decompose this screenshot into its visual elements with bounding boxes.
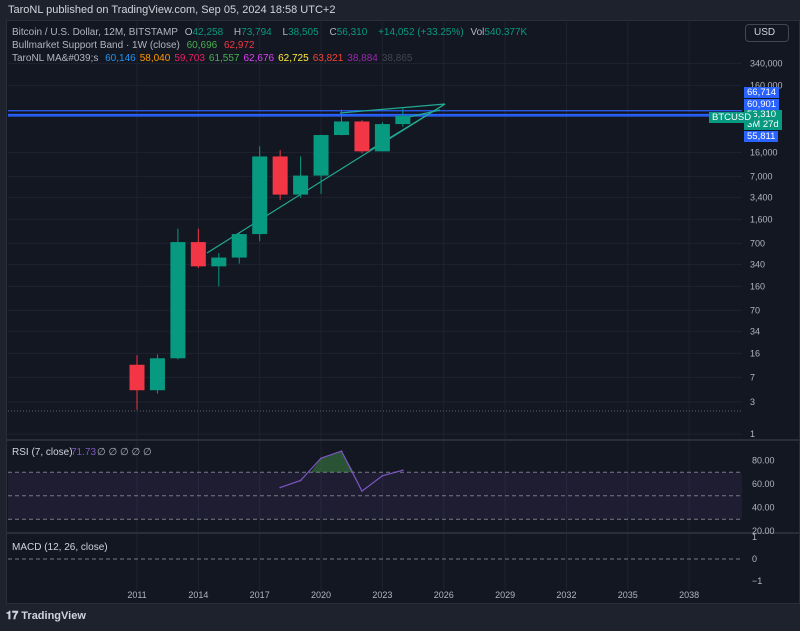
x-tick-label: 2038 bbox=[679, 590, 699, 600]
rsi-extra: ∅ ∅ ∅ ∅ ∅ bbox=[97, 447, 152, 458]
x-tick-label: 2020 bbox=[311, 590, 331, 600]
candle-body-2018 bbox=[272, 156, 288, 195]
tv-logo-icon: 𝟏𝟕 bbox=[6, 610, 22, 622]
y-tick-label: 7,000 bbox=[750, 171, 773, 181]
trendline bbox=[339, 103, 446, 114]
ma-value: 61,557 bbox=[208, 53, 240, 64]
candle-body-2013 bbox=[170, 242, 186, 359]
rsi-value: 71.73 bbox=[71, 447, 96, 458]
rsi-tick-label: 80.00 bbox=[752, 456, 775, 466]
candle-body-2015 bbox=[211, 257, 227, 267]
y-tick-label: 1 bbox=[750, 429, 755, 439]
y-tick-label: 7 bbox=[750, 372, 755, 382]
high-value: 73,794 bbox=[241, 27, 272, 38]
x-tick-label: 2035 bbox=[618, 590, 638, 600]
macd-tick-label: −1 bbox=[752, 576, 762, 586]
band-legend[interactable]: Bullmarket Support Band · 1W (close) 60,… bbox=[12, 39, 535, 52]
candle-body-2014 bbox=[190, 242, 206, 267]
symbol-name: Bitcoin / U.S. Dollar, 12M, BITSTAMP bbox=[12, 27, 178, 38]
rsi-point-2022 bbox=[361, 490, 363, 492]
candle-body-2020 bbox=[313, 135, 329, 176]
rsi-point-2023 bbox=[381, 474, 384, 477]
macd-tick-label: 1 bbox=[752, 532, 757, 542]
y-tick-label: 16,000 bbox=[750, 147, 778, 157]
rsi-tick-label: 60.00 bbox=[752, 479, 775, 489]
rsi-point-2021 bbox=[340, 450, 343, 452]
macd-title: MACD (12, 26, close) bbox=[12, 542, 108, 553]
candle-body-2016 bbox=[231, 234, 247, 258]
rsi-title: RSI (7, close) bbox=[12, 447, 73, 458]
candle-body-2019 bbox=[293, 175, 309, 195]
ma-value: 38,865 bbox=[381, 53, 413, 64]
tradingview-logo[interactable]: 𝟏𝟕 TradingView bbox=[6, 610, 86, 623]
rsi-point-2019 bbox=[299, 479, 302, 482]
price-tag-level-4: 55,811 bbox=[744, 131, 779, 142]
x-tick-label: 2029 bbox=[495, 590, 515, 600]
rsi-point-2020 bbox=[320, 457, 322, 459]
ma-value: 38,884 bbox=[347, 53, 378, 64]
x-tick-label: 2023 bbox=[372, 590, 392, 600]
candle-body-2024 bbox=[395, 115, 411, 125]
rsi-point-2018 bbox=[279, 486, 281, 489]
x-tick-label: 2011 bbox=[127, 590, 146, 600]
y-tick-label: 340,000 bbox=[750, 58, 783, 68]
ma-value: 63,821 bbox=[312, 53, 344, 64]
x-tick-label: 2026 bbox=[434, 590, 454, 600]
ma-legend[interactable]: TaroNL MA&#039;s 60,146 58,040 59,703 61,55… bbox=[12, 52, 535, 65]
price-tag-level-1: 66,714 bbox=[744, 87, 780, 98]
rsi-point-2024 bbox=[402, 469, 404, 472]
candle-body-2012 bbox=[149, 358, 165, 391]
candle-body-2017 bbox=[252, 156, 268, 235]
y-tick-label: 1,600 bbox=[750, 214, 773, 224]
ma-value: 59,703 bbox=[174, 53, 205, 64]
change-value: +14,052 (+33.25%) bbox=[378, 27, 464, 38]
rsi-tick-label: 40.00 bbox=[752, 503, 775, 513]
candle-body-2023 bbox=[374, 124, 390, 152]
currency-button[interactable]: USD bbox=[745, 24, 789, 42]
ma-value: 60,146 bbox=[105, 53, 136, 64]
chart-canvas[interactable]: 2011 2014 2017 2020 2023 2026 2029 2032 2035 2038… bbox=[0, 0, 800, 631]
macd-tick-label: 0 bbox=[752, 554, 757, 564]
y-tick-label: 70 bbox=[750, 305, 760, 315]
ma-value: 62,725 bbox=[278, 53, 309, 64]
open-value: 42,258 bbox=[192, 27, 224, 38]
y-tick-label: 3,400 bbox=[750, 192, 773, 202]
y-tick-label: 3 bbox=[750, 397, 755, 407]
y-tick-label: 700 bbox=[750, 238, 765, 248]
candle-body-2022 bbox=[354, 121, 370, 152]
y-tick-label: 34 bbox=[750, 326, 760, 336]
ma-value: 58,040 bbox=[139, 53, 171, 64]
ma-value: 62,676 bbox=[243, 53, 275, 64]
volume-value: 540.377K bbox=[484, 27, 528, 38]
x-tick-label: 2017 bbox=[250, 590, 270, 600]
candle-body-2021 bbox=[334, 121, 349, 136]
close-value: 56,310 bbox=[336, 27, 368, 38]
candle-body-2011 bbox=[129, 364, 145, 391]
y-tick-label: 340 bbox=[750, 259, 765, 269]
low-value: 38,505 bbox=[288, 27, 319, 38]
y-tick-label: 16 bbox=[750, 348, 760, 358]
symbol-tag: BTCUSD bbox=[709, 112, 755, 123]
legend: Bitcoin / U.S. Dollar, 12M, BITSTAMP O42… bbox=[12, 26, 535, 65]
x-tick-label: 2032 bbox=[556, 590, 576, 600]
symbol-legend: Bitcoin / U.S. Dollar, 12M, BITSTAMP O42… bbox=[12, 27, 528, 38]
y-tick-label: 160 bbox=[750, 281, 765, 291]
x-tick-label: 2014 bbox=[188, 590, 208, 600]
